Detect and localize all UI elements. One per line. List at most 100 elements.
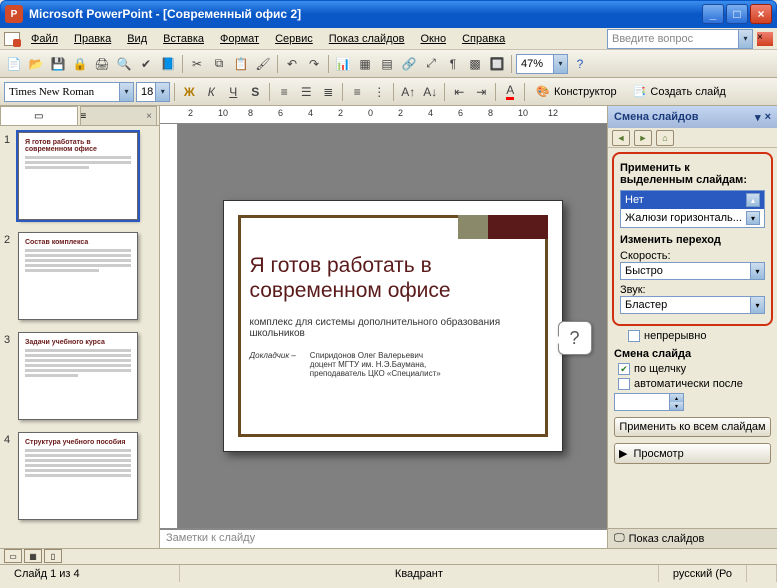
chart-icon[interactable]: 📊	[333, 54, 353, 74]
normal-view-icon[interactable]: ▭	[4, 549, 22, 563]
sound-select[interactable]: Бластер▾	[620, 296, 765, 314]
loop-checkbox[interactable]: непрерывно	[628, 330, 777, 342]
decrease-font-icon[interactable]: A↓	[420, 82, 440, 102]
auto-after-checkbox[interactable]: автоматически после	[618, 378, 777, 390]
vertical-ruler[interactable]	[160, 124, 178, 528]
transition-option-blinds[interactable]: Жалюзи горизонталь...▾	[621, 209, 764, 227]
menu-file[interactable]: Файл	[24, 31, 65, 47]
menu-tools[interactable]: Сервис	[268, 31, 320, 47]
minimize-button[interactable]: _	[702, 4, 724, 24]
menu-view[interactable]: Вид	[120, 31, 154, 47]
increase-indent-icon[interactable]: ⇥	[471, 82, 491, 102]
menu-insert[interactable]: Вставка	[156, 31, 211, 47]
designer-button[interactable]: 🎨 Конструктор	[529, 82, 623, 102]
font-size-combo[interactable]: 18▾	[136, 82, 170, 102]
notes-pane[interactable]: Заметки к слайду	[160, 528, 607, 548]
menu-window[interactable]: Окно	[414, 31, 454, 47]
font-combo[interactable]: Times New Roman▾	[4, 82, 134, 102]
slideshow-link[interactable]: Показ слайдов	[629, 533, 705, 545]
horizontal-ruler[interactable]: 2 10 8 6 4 2 0 2 4 6 8 10 12	[160, 106, 607, 124]
decrease-indent-icon[interactable]: ⇤	[449, 82, 469, 102]
italic-icon[interactable]: К	[201, 82, 221, 102]
print-icon[interactable]: 🖨	[92, 54, 112, 74]
cut-icon[interactable]: ✂	[187, 54, 207, 74]
color-icon[interactable]: 🔲	[487, 54, 507, 74]
open-icon[interactable]: 📂	[26, 54, 46, 74]
document-icon	[4, 32, 20, 46]
thumbnail-row[interactable]: 2 Состав комплекса	[4, 232, 155, 320]
slide[interactable]: Я готов работать в современном офисе ком…	[223, 200, 563, 452]
redo-icon[interactable]: ↷	[304, 54, 324, 74]
expand-icon[interactable]: ⤢	[421, 54, 441, 74]
scroll-up-icon[interactable]: ▴	[746, 193, 760, 207]
transition-option-none[interactable]: Нет▴	[621, 191, 764, 209]
thumbnails-list[interactable]: 1 Я готов работать в современном офисе 2…	[0, 126, 159, 548]
spelling-icon[interactable]: ✔	[136, 54, 156, 74]
bold-icon[interactable]: Ж	[179, 82, 199, 102]
new-icon[interactable]: 📄	[4, 54, 24, 74]
scroll-down-icon[interactable]: ▾	[746, 211, 760, 225]
slideshow-icon[interactable]: 🖵	[614, 532, 625, 545]
slide-canvas[interactable]: Я готов работать в современном офисе ком…	[178, 124, 607, 528]
speed-select[interactable]: Быстро▾	[620, 262, 765, 280]
menu-format[interactable]: Формат	[213, 31, 266, 47]
auto-after-time-input[interactable]: ▴▾	[614, 393, 684, 411]
copy-icon[interactable]: ⧉	[209, 54, 229, 74]
grid-icon[interactable]: ▩	[465, 54, 485, 74]
format-painter-icon[interactable]: 🖌	[253, 54, 273, 74]
align-right-icon[interactable]: ≣	[318, 82, 338, 102]
research-icon[interactable]: 📘	[158, 54, 178, 74]
menu-help[interactable]: Справка	[455, 31, 512, 47]
preview-button[interactable]: ▶Просмотр	[614, 443, 771, 464]
bullets-icon[interactable]: ⋮	[369, 82, 389, 102]
thumbnail-row[interactable]: 1 Я готов работать в современном офисе	[4, 132, 155, 220]
slideshow-view-icon[interactable]: ▯	[44, 549, 62, 563]
shadow-icon[interactable]: S	[245, 82, 265, 102]
font-color-icon[interactable]: A	[500, 82, 520, 102]
thumbnail-1[interactable]: Я готов работать в современном офисе	[18, 132, 138, 220]
increase-font-icon[interactable]: A↑	[398, 82, 418, 102]
thumbnail-row[interactable]: 3 Задачи учебного курса	[4, 332, 155, 420]
thumbnail-row[interactable]: 4 Структура учебного пособия	[4, 432, 155, 520]
preview-icon[interactable]: 🔍	[114, 54, 134, 74]
inner-close-button[interactable]: ×	[757, 32, 773, 46]
undo-icon[interactable]: ↶	[282, 54, 302, 74]
zoom-combo[interactable]: 47%▾	[516, 54, 568, 74]
taskpane-close-icon[interactable]: ×	[765, 111, 771, 124]
apply-all-button[interactable]: Применить ко всем слайдам	[614, 417, 771, 437]
thumbnail-4[interactable]: Структура учебного пособия	[18, 432, 138, 520]
help-icon[interactable]: ?	[570, 54, 590, 74]
on-click-checkbox[interactable]: ✔по щелчку	[618, 363, 777, 375]
transition-list[interactable]: Нет▴ Жалюзи горизонталь...▾	[620, 190, 765, 228]
close-panel-icon[interactable]: ×	[142, 111, 156, 122]
help-callout[interactable]: ?	[558, 321, 592, 355]
permission-icon[interactable]: 🔒	[70, 54, 90, 74]
thumbnail-3[interactable]: Задачи учебного курса	[18, 332, 138, 420]
ask-question-box[interactable]: Введите вопрос▾	[607, 29, 753, 49]
save-icon[interactable]: 💾	[48, 54, 68, 74]
menu-edit[interactable]: Правка	[67, 31, 118, 47]
sorter-view-icon[interactable]: ▦	[24, 549, 42, 563]
new-slide-button[interactable]: 📑 Создать слайд	[626, 82, 733, 102]
close-button[interactable]: ×	[750, 4, 772, 24]
taskpane-forward-icon[interactable]: ►	[634, 130, 652, 146]
hyperlink-icon[interactable]: 🔗	[399, 54, 419, 74]
maximize-button[interactable]: □	[726, 4, 748, 24]
tab-slides[interactable]: ▭	[0, 106, 78, 125]
table-icon[interactable]: ▦	[355, 54, 375, 74]
underline-icon[interactable]: Ч	[223, 82, 243, 102]
tables-borders-icon[interactable]: ▤	[377, 54, 397, 74]
show-formatting-icon[interactable]: ¶	[443, 54, 463, 74]
status-language: русский (Ро	[659, 565, 747, 582]
taskpane-home-icon[interactable]: ⌂	[656, 130, 674, 146]
taskpane-dropdown-icon[interactable]: ▾	[755, 111, 761, 124]
tab-outline[interactable]: ≡×	[80, 106, 158, 125]
paste-icon[interactable]: 📋	[231, 54, 251, 74]
align-center-icon[interactable]: ☰	[296, 82, 316, 102]
align-left-icon[interactable]: ≡	[274, 82, 294, 102]
menu-slideshow[interactable]: Показ слайдов	[322, 31, 412, 47]
numbering-icon[interactable]: ≡	[347, 82, 367, 102]
taskpane-back-icon[interactable]: ◄	[612, 130, 630, 146]
thumbnail-2[interactable]: Состав комплекса	[18, 232, 138, 320]
editor-area: 2 10 8 6 4 2 0 2 4 6 8 10 12 Я готов раб…	[160, 106, 607, 548]
